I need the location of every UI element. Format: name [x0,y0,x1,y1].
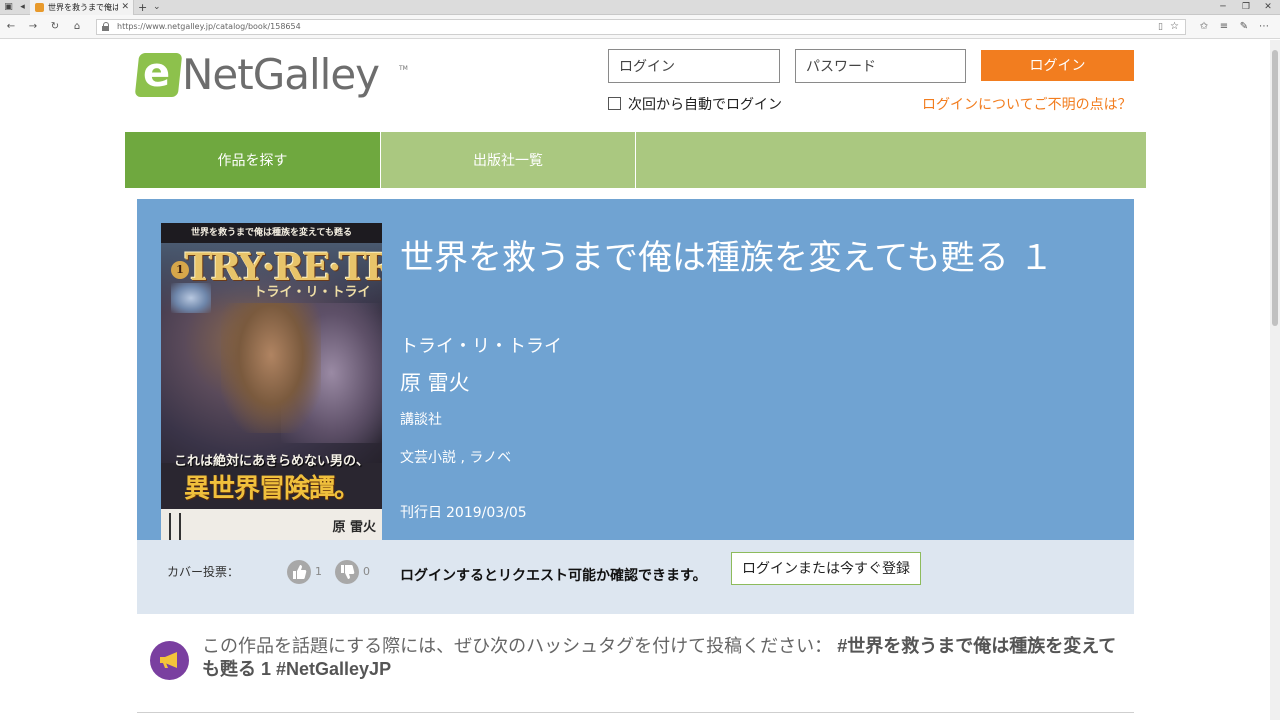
maximize-icon[interactable]: ❐ [1236,0,1256,15]
remember-label: 次回から自動でログイン [628,96,782,112]
favorites-hub-icon[interactable]: ✩ [1196,20,1212,34]
thumbs-down-icon[interactable] [335,560,359,584]
tab-list-chevron-icon[interactable]: ⌄ [153,0,161,15]
address-bar[interactable]: https://www.netgalley.jp/catalog/book/15… [96,19,1186,35]
section-divider [137,712,1134,713]
cover-tagline: これは絶対にあきらめない男の、 [173,454,369,469]
nav-item-browse[interactable]: 作品を探す [125,132,380,188]
nav-divider [635,132,636,188]
logo-e-glyph: e [143,50,171,96]
cover-top-text: 世界を救うまで俺は種族を変えても甦る [190,228,353,238]
book-release-date: 刊行日 2019/03/05 [400,504,531,522]
book-title: 世界を救うまで俺は種族を変えても甦る １ [400,238,1054,278]
cover-author: 原 雷火 [332,520,376,535]
book-cover-image[interactable]: 世界を救うまで俺は種族を変えても甦る 1 TRY·RE·TRY トライ・リ・トラ… [161,223,382,546]
web-note-icon[interactable]: ✎ [1236,20,1252,34]
url-text[interactable]: https://www.netgalley.jp/catalog/book/15… [117,20,301,34]
book-subtitle: トライ・リ・トライ [400,336,562,357]
book-genres[interactable]: 文芸小説 , ラノベ [400,449,511,467]
book-panel: 世界を救うまで俺は種族を変えても甦る 1 TRY·RE·TRY トライ・リ・トラ… [137,199,1134,546]
scrollbar-thumb[interactable] [1272,50,1278,326]
hashtag-section: この作品を話題にする際には、ぜひ次のハッシュタグを付けて投稿ください： #世界を… [150,635,1140,685]
tab-title: 世界を救うまで俺は種族を変え [48,3,118,12]
cover-figure [221,303,321,433]
login-or-register-button[interactable]: ログインまたは今すぐ登録 [731,552,921,585]
remember-checkbox[interactable] [608,97,621,110]
refresh-icon[interactable]: ↻ [48,20,62,34]
favorite-star-icon[interactable]: ☆ [1170,20,1179,34]
hashtag-text: この作品を話題にする際には、ぜひ次のハッシュタグを付けて投稿ください： #世界を… [202,635,1132,681]
browser-tab-bar: ▣ ◂ 世界を救うまで俺は種族を変え ✕ + ⌄ ─ ❐ ✕ [0,0,1280,15]
forward-arrow-icon[interactable]: → [26,20,40,34]
tab-close-icon[interactable]: ✕ [121,1,129,14]
tab-back-icon[interactable]: ◂ [17,2,28,13]
username-input[interactable] [608,49,780,83]
browser-tab[interactable]: 世界を救うまで俺は種族を変え ✕ [30,0,134,15]
password-input[interactable] [795,49,966,83]
login-help-link[interactable]: ログインについてご不明の点は？ [922,95,1132,113]
cover-vote-label: カバー投票： [167,565,240,579]
cover-logo-title: TRY·RE·TRY [185,245,382,289]
book-author[interactable]: 原 雷火 [400,370,470,396]
release-date-value: 2019/03/05 [446,505,527,521]
request-info-text: ログインするとリクエスト可能か確認できます。 [400,567,707,583]
cover-kana-title: トライ・リ・トライ [253,285,371,300]
reading-view-icon[interactable]: ▯ [1158,22,1163,32]
hashtag-prefix: この作品を話題にする際には、ぜひ次のハッシュタグを付けて投稿ください： [202,636,833,656]
megaphone-icon [150,641,189,680]
thumbs-up-count: 1 [315,565,322,578]
page: e NetGalley TM ログイン 次回から自動でログイン ログインについて… [0,40,1270,720]
logo-wordmark: NetGalley [182,50,380,99]
minimize-icon[interactable]: ─ [1213,0,1233,15]
favicon-icon [35,3,44,12]
reading-list-icon[interactable]: ≡ [1216,20,1232,34]
back-arrow-icon[interactable]: ← [4,20,18,34]
cover-big-title: 異世界冒険譚。 [183,474,360,504]
nav-item-publishers[interactable]: 出版社一覧 [381,132,635,188]
tab-actions-icon[interactable]: ▣ [3,2,14,13]
home-icon[interactable]: ⌂ [70,20,84,34]
window-close-icon[interactable]: ✕ [1258,0,1278,15]
release-date-label: 刊行日 [400,505,442,521]
publisher-mark-icon [169,513,181,541]
more-menu-icon[interactable]: ⋯ [1256,20,1272,34]
page-scrollbar[interactable] [1270,40,1280,720]
browser-nav-bar: ← → ↻ ⌂ https://www.netgalley.jp/catalog… [0,15,1280,39]
netgalley-logo[interactable]: e NetGalley TM [134,50,412,103]
logo-trademark: TM [399,65,408,72]
thumbs-up-icon[interactable] [287,560,311,584]
thumbs-down-count: 0 [363,565,370,578]
main-nav: 作品を探す 出版社一覧 [125,132,1146,188]
new-tab-button[interactable]: + [138,0,147,15]
login-button[interactable]: ログイン [981,50,1134,81]
lock-icon [102,22,110,32]
cover-vote-band: カバー投票： 1 0 ログインするとリクエスト可能か確認できます。 ログインまた… [137,540,1134,614]
book-publisher[interactable]: 講談社 [400,411,442,429]
